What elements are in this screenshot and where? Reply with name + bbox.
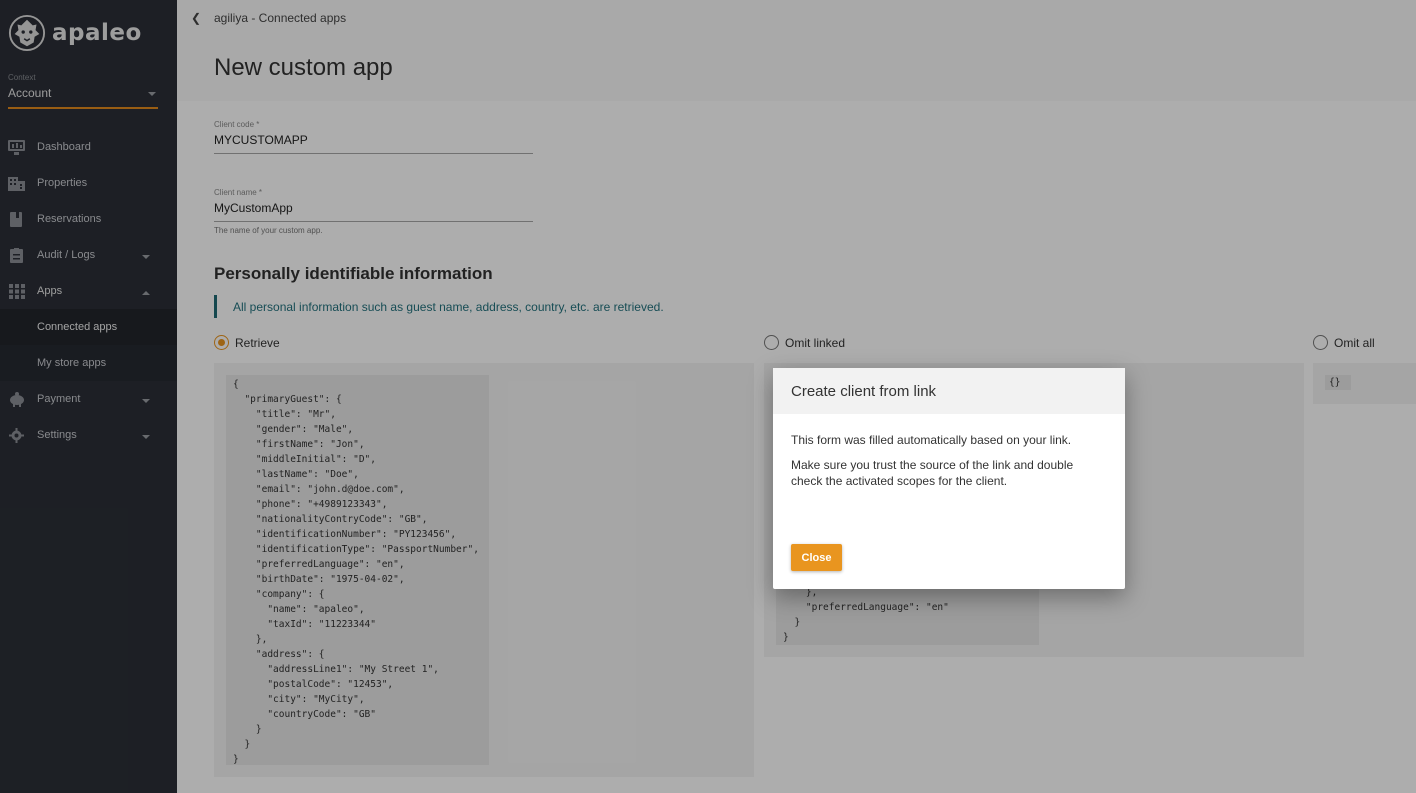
create-client-dialog: Create client from link This form was fi… [773, 368, 1125, 589]
dialog-message-2: Make sure you trust the source of the li… [791, 458, 1074, 488]
dialog-title: Create client from link [773, 368, 1125, 414]
dialog-message-1: This form was filled automatically based… [791, 433, 1072, 447]
modal-backdrop[interactable] [0, 0, 1416, 793]
dialog-body: This form was filled automatically based… [773, 414, 1125, 489]
close-button[interactable]: Close [791, 544, 842, 571]
